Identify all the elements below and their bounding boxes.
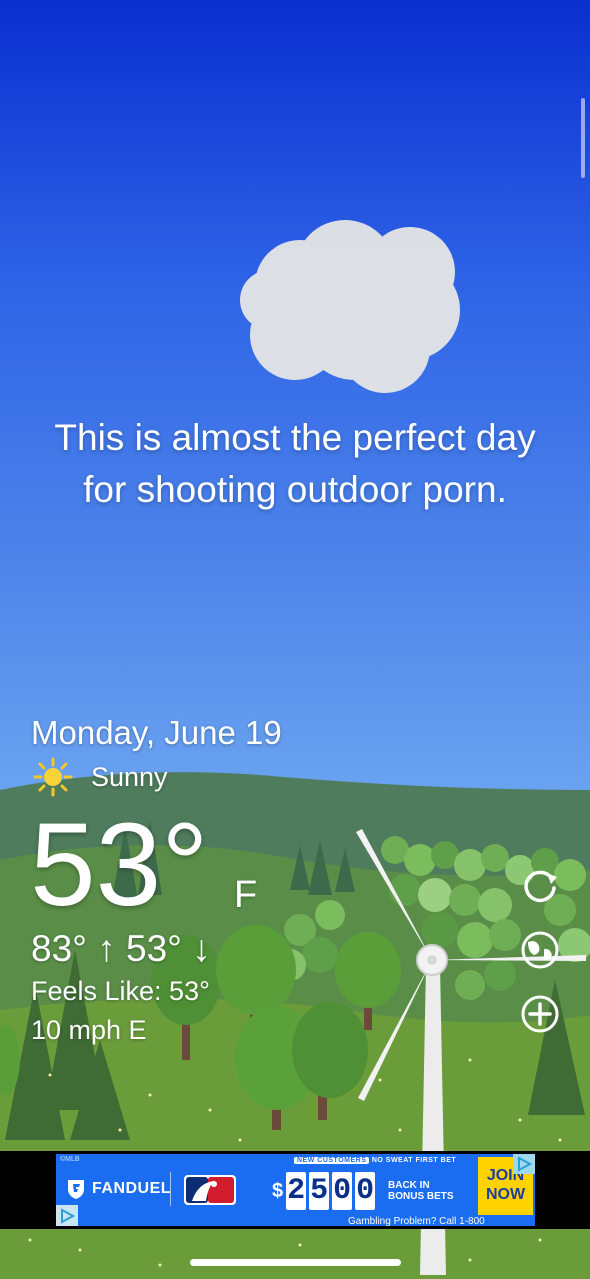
landscape-scene (0, 220, 590, 1279)
promo-bonus-text: BACK IN BONUS BETS (388, 1180, 454, 1202)
shield-icon (68, 1180, 84, 1199)
wind-speed: 10 mph E (31, 1015, 147, 1045)
promo-digit: 5 (309, 1172, 330, 1210)
promo-tag: NEW CUSTOMERS (294, 1157, 370, 1164)
ad-divider (170, 1172, 171, 1206)
condition-row: Sunny (33, 757, 168, 797)
promo-header: NEW CUSTOMERS NO SWEAT FIRST BET (294, 1157, 456, 1164)
ad-info-icon[interactable] (513, 1154, 535, 1174)
bonus-line-2: BONUS BETS (388, 1191, 454, 1202)
weather-quip: This is almost the perfect day for shoot… (0, 412, 590, 516)
ad-banner: ©MLB FANDUEL NEW CUSTOMERS NO SWEAT FIRS… (0, 1151, 590, 1229)
feels-like: Feels Like: 53° (31, 976, 210, 1006)
bonus-line-1: BACK IN (388, 1180, 430, 1191)
mlb-logo (184, 1175, 236, 1205)
location-icon[interactable] (519, 929, 561, 971)
promo-digit: 0 (355, 1172, 376, 1210)
home-indicator[interactable] (190, 1259, 401, 1266)
add-icon[interactable] (519, 993, 561, 1035)
high-low-temps: 83° ↑ 53° ↓ (31, 928, 211, 969)
temperature-value: 53° (30, 799, 209, 931)
date-label: Monday, June 19 (31, 714, 282, 751)
currency-symbol: $ (272, 1179, 284, 1202)
refresh-icon[interactable] (519, 865, 561, 907)
sun-icon (33, 757, 73, 797)
condition-label: Sunny (91, 761, 168, 792)
fanduel-logo: FANDUEL (66, 1178, 171, 1200)
adchoices-icon[interactable] (56, 1205, 78, 1226)
promo-amount: $ 2 5 0 0 (272, 1172, 378, 1210)
quip-line-1: This is almost the perfect day (54, 417, 536, 458)
ad-brand: FANDUEL (92, 1180, 172, 1197)
cloud-icon (240, 220, 460, 393)
promo-subtitle: NO SWEAT FIRST BET (371, 1157, 457, 1164)
quip-line-2: for shooting outdoor porn. (83, 469, 507, 510)
ad-disclaimer: Gambling Problem? Call 1-800 (348, 1216, 485, 1226)
temperature-unit: F (234, 874, 258, 916)
cta-line-2: NOW (485, 1186, 526, 1203)
ad-mlb-mark: ©MLB (60, 1156, 80, 1163)
ad-creative[interactable]: ©MLB FANDUEL NEW CUSTOMERS NO SWEAT FIRS… (56, 1154, 535, 1226)
promo-digit: 2 (286, 1172, 307, 1210)
scrollbar[interactable] (581, 98, 585, 178)
promo-digit: 0 (332, 1172, 353, 1210)
